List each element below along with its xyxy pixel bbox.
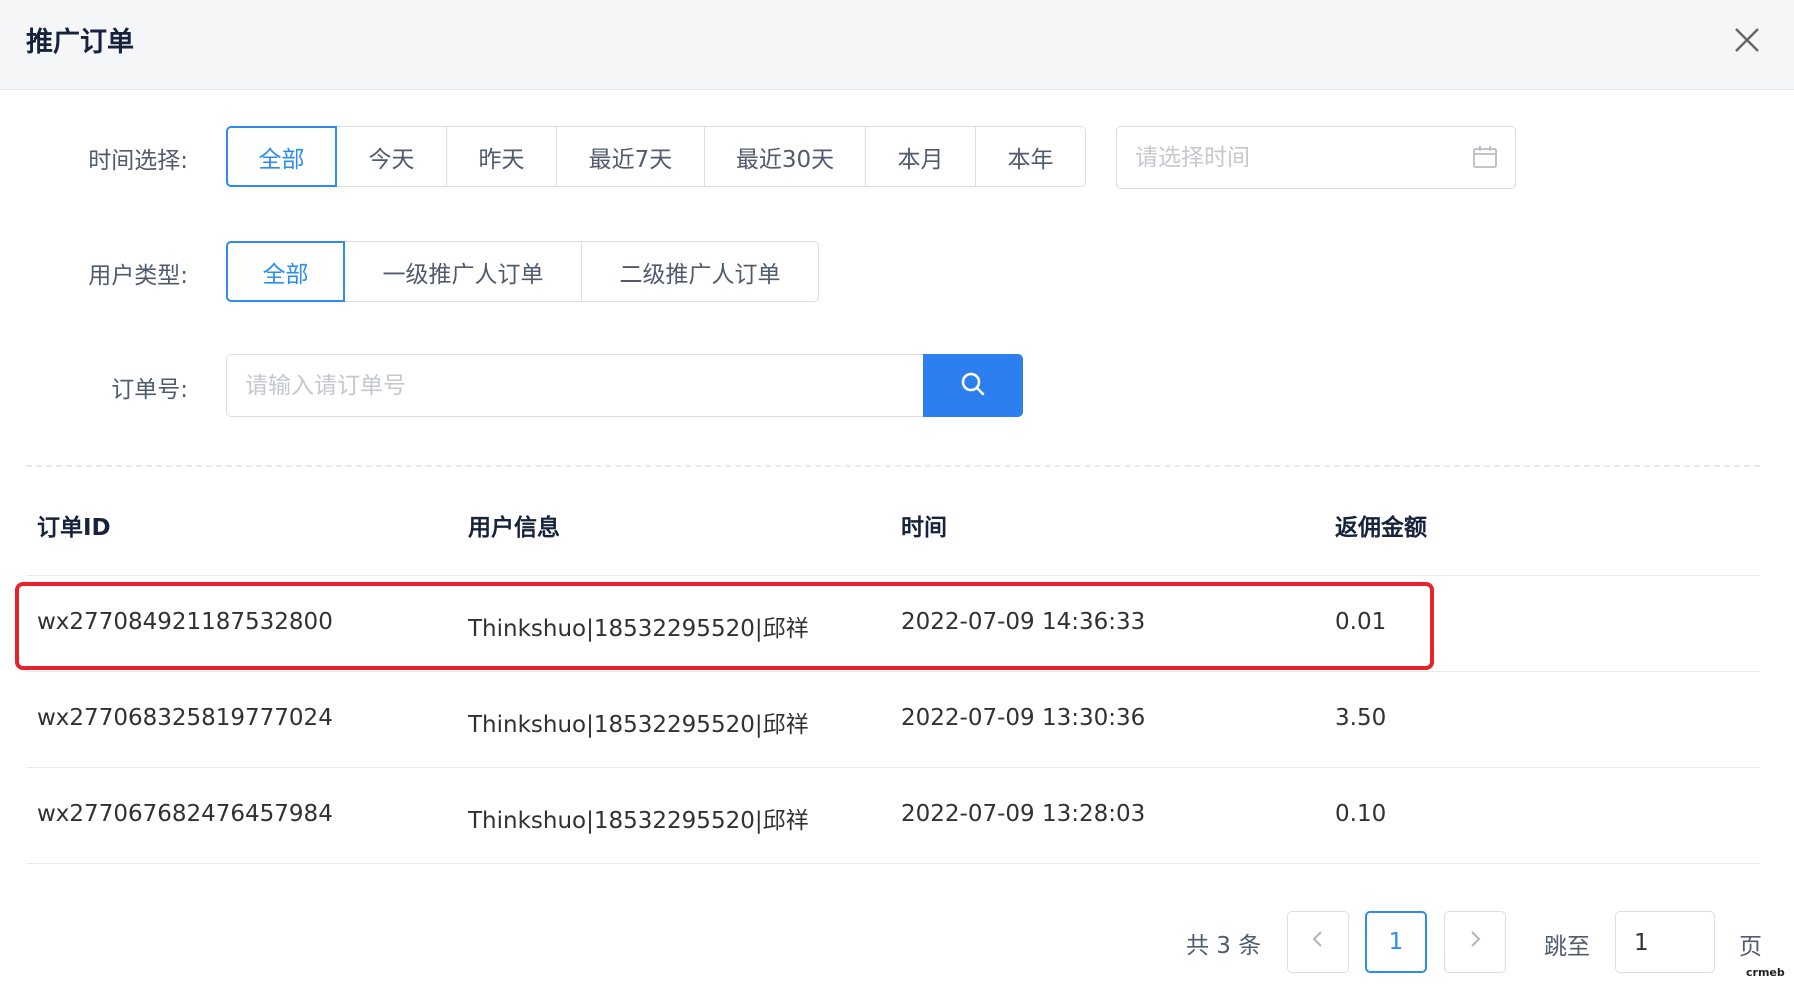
order-no-field[interactable] <box>226 354 923 417</box>
table-row[interactable]: wx277068325819777024 Thinkshuo|185322955… <box>26 672 1760 768</box>
user-type-option-level1[interactable]: 一级推广人订单 <box>344 241 582 302</box>
date-range-input[interactable] <box>1133 141 1457 175</box>
time-option-7days[interactable]: 最近7天 <box>556 126 705 187</box>
dialog-header: 推广订单 <box>0 0 1794 90</box>
time-cell: 2022-07-09 13:28:03 <box>901 801 1146 827</box>
time-option-month[interactable]: 本月 <box>865 126 976 187</box>
watermark-logo: crmeb <box>1746 966 1785 979</box>
user-info-cell: Thinkshuo|18532295520|邱祥 <box>468 808 809 834</box>
table-row[interactable]: wx277067682476457984 Thinkshuo|185322955… <box>26 768 1760 864</box>
date-range-picker[interactable] <box>1116 126 1516 189</box>
column-header-order-id: 订单ID <box>37 515 111 541</box>
order-id-cell: wx277084921187532800 <box>37 609 333 635</box>
dialog-title: 推广订单 <box>26 27 134 58</box>
amount-cell: 3.50 <box>1335 705 1387 731</box>
amount-cell: 0.01 <box>1335 609 1387 635</box>
close-icon[interactable] <box>1731 24 1763 56</box>
time-filter-group: 全部 今天 昨天 最近7天 最近30天 本月 本年 <box>226 126 1086 187</box>
user-info-cell: Thinkshuo|18532295520|邱祥 <box>468 616 809 642</box>
jump-label: 跳至 <box>1544 934 1590 960</box>
jump-page-field[interactable] <box>1615 911 1715 973</box>
page-suffix: 页 <box>1739 934 1762 960</box>
section-divider <box>26 465 1760 467</box>
calendar-icon <box>1472 144 1498 174</box>
time-option-all[interactable]: 全部 <box>226 126 337 187</box>
user-type-group: 全部 一级推广人订单 二级推广人订单 <box>226 241 819 302</box>
order-no-label: 订单号: <box>111 377 188 403</box>
time-option-today[interactable]: 今天 <box>336 126 447 187</box>
user-type-option-level2[interactable]: 二级推广人订单 <box>581 241 819 302</box>
order-id-cell: wx277067682476457984 <box>37 801 333 827</box>
search-icon <box>960 371 986 401</box>
next-page-button[interactable] <box>1444 911 1506 973</box>
total-count: 共 3 条 <box>1186 933 1262 959</box>
column-header-time: 时间 <box>901 515 947 541</box>
time-cell: 2022-07-09 14:36:33 <box>901 609 1146 635</box>
time-option-yesterday[interactable]: 昨天 <box>446 126 557 187</box>
chevron-right-icon <box>1467 929 1483 955</box>
table-row[interactable]: wx277084921187532800 Thinkshuo|185322955… <box>26 576 1760 672</box>
order-no-input[interactable] <box>243 369 887 403</box>
time-filter-label: 时间选择: <box>88 148 188 174</box>
jump-page-input[interactable] <box>1632 926 1706 960</box>
time-option-year[interactable]: 本年 <box>975 126 1086 187</box>
user-type-label: 用户类型: <box>88 263 188 289</box>
user-type-option-all[interactable]: 全部 <box>226 241 345 302</box>
user-info-cell: Thinkshuo|18532295520|邱祥 <box>468 712 809 738</box>
order-id-cell: wx277068325819777024 <box>37 705 333 731</box>
column-header-user-info: 用户信息 <box>468 515 560 541</box>
search-button[interactable] <box>923 354 1023 417</box>
time-option-30days[interactable]: 最近30天 <box>704 126 866 187</box>
amount-cell: 0.10 <box>1335 801 1387 827</box>
prev-page-button[interactable] <box>1287 911 1349 973</box>
time-cell: 2022-07-09 13:30:36 <box>901 705 1146 731</box>
chevron-left-icon <box>1310 929 1326 955</box>
column-header-amount: 返佣金额 <box>1335 515 1427 541</box>
page-button-current[interactable]: 1 <box>1365 911 1427 973</box>
